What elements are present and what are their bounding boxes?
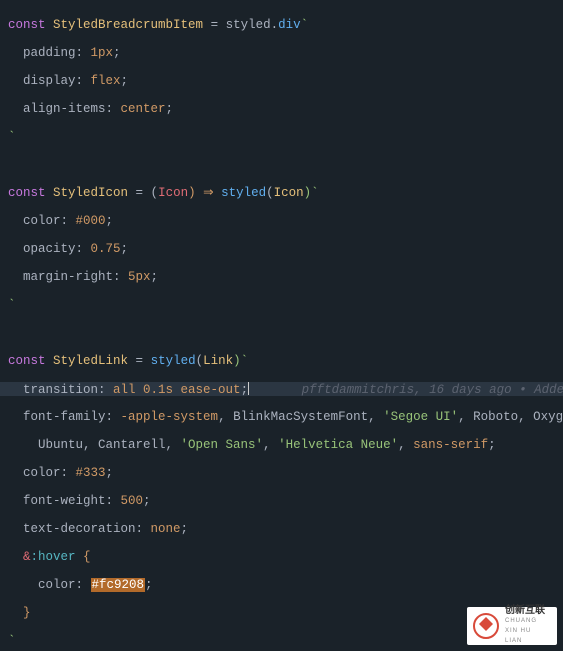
watermark-subtitle: CHUANG XIN HU LIAN [505, 616, 551, 646]
code-line: padding: 1px; [0, 46, 563, 60]
code-line: font-family: -apple-system, BlinkMacSyst… [0, 410, 563, 424]
logo-icon [473, 613, 499, 639]
code-line: margin-right: 5px; [0, 270, 563, 284]
code-line: text-decoration: none; [0, 522, 563, 536]
code-line: font-weight: 500; [0, 494, 563, 508]
code-line: color: #000; [0, 214, 563, 228]
code-line: display: flex; [0, 74, 563, 88]
code-line: color: #fc9208; [0, 578, 563, 592]
code-line: color: #333; [0, 466, 563, 480]
code-line: &:hover { [0, 550, 563, 564]
code-line: Ubuntu, Cantarell, 'Open Sans', 'Helveti… [0, 438, 563, 452]
git-blame-annotation: pfftdammitchris, 16 days ago • Added pos… [302, 383, 563, 397]
code-line: const StyledBreadcrumbItem = styled.div` [0, 18, 563, 32]
watermark-logo: 创新互联 CHUANG XIN HU LIAN [467, 607, 557, 645]
code-line: align-items: center; [0, 102, 563, 116]
code-line: const StyledIcon = (Icon) ⇒ styled(Icon)… [0, 186, 563, 200]
code-line: const StyledLink = styled(Link)` [0, 354, 563, 368]
code-line: opacity: 0.75; [0, 242, 563, 256]
code-line: ` [0, 130, 563, 144]
code-line [0, 326, 563, 340]
code-editor[interactable]: const StyledBreadcrumbItem = styled.div`… [0, 0, 563, 651]
code-line: ` [0, 298, 563, 312]
code-line [0, 158, 563, 172]
selected-color: #fc9208 [91, 578, 146, 592]
code-line-highlighted: transition: all 0.1s ease-out; pfftdammi… [0, 382, 563, 396]
cursor [248, 382, 249, 395]
watermark-title: 创新互联 [505, 606, 551, 616]
